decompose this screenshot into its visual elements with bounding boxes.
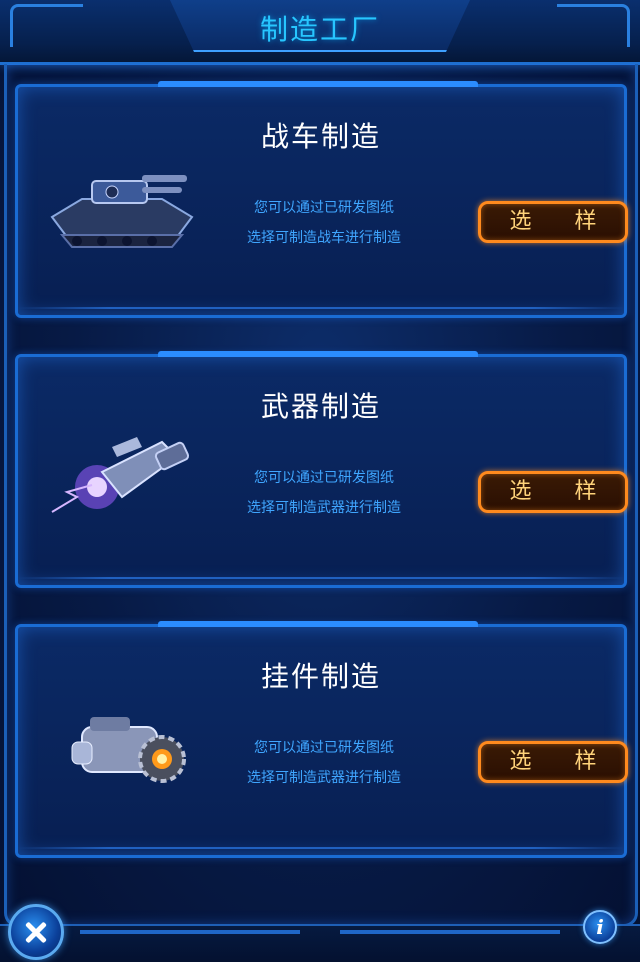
attachment-manufacture-panel: 挂件制造 您可以通过已研发图纸 选择可制造武器进行制造 选 样 bbox=[15, 621, 628, 858]
top-header: 制造工厂 bbox=[0, 0, 640, 65]
laser-cannon-icon bbox=[51, 437, 190, 513]
panel-description-line1: 您可以通过已研发图纸 bbox=[254, 200, 394, 216]
select-weapon-button[interactable]: 选 样 bbox=[478, 471, 628, 513]
panel-description-line1: 您可以通过已研发图纸 bbox=[254, 740, 394, 756]
select-attachment-button[interactable]: 选 样 bbox=[478, 741, 628, 783]
page-title: 制造工厂 bbox=[259, 13, 380, 46]
gear-cannon-icon bbox=[71, 717, 186, 783]
panel-description-line2: 选择可制造武器进行制造 bbox=[247, 500, 401, 516]
select-tank-button[interactable]: 选 样 bbox=[478, 201, 628, 243]
info-icon[interactable]: i bbox=[583, 910, 617, 944]
tank-icon bbox=[50, 175, 194, 248]
panel-description-line1: 您可以通过已研发图纸 bbox=[254, 470, 394, 486]
panel-description-line2: 选择可制造武器进行制造 bbox=[247, 770, 401, 786]
bottom-deco-line-right bbox=[340, 930, 560, 934]
tank-manufacture-panel: 战车制造 您可以通过已研发图纸 选择可制造战车进行制造 选 样 bbox=[15, 81, 628, 318]
close-icon[interactable] bbox=[8, 904, 64, 960]
panel-description-line2: 选择可制造战车进行制造 bbox=[247, 230, 401, 246]
weapon-manufacture-panel: 武器制造 您可以通过已研发图纸 选择可制造武器进行制造 选 样 bbox=[15, 351, 628, 588]
bottom-deco-line-left bbox=[80, 930, 300, 934]
